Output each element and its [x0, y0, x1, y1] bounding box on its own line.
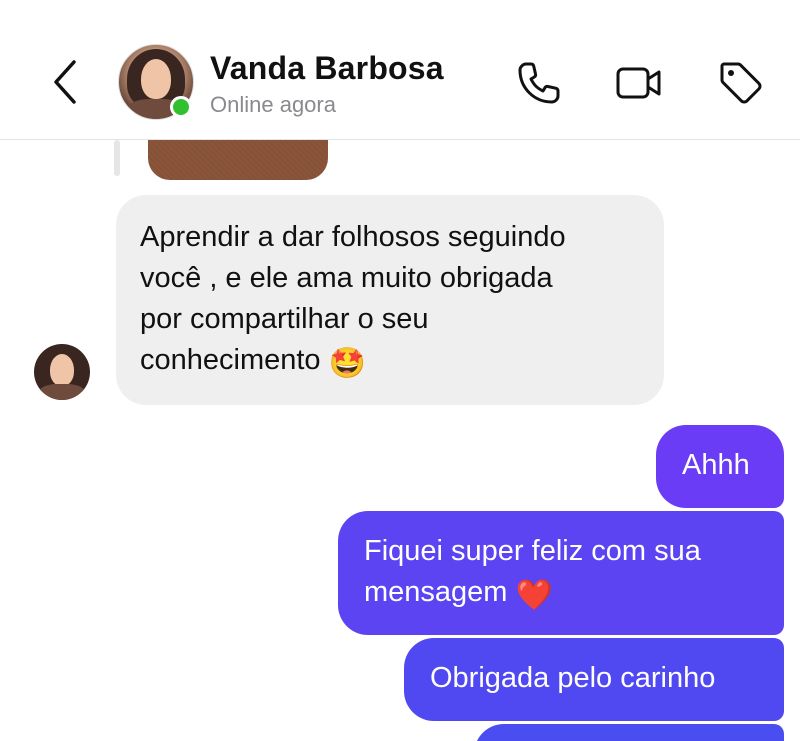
message-thread[interactable]: Aprendir a dar folhosos seguindo você , … — [0, 140, 800, 741]
video-call-button[interactable] — [614, 58, 664, 108]
chat-header: Vanda Barbosa Online agora — [0, 0, 800, 140]
video-camera-icon — [616, 67, 661, 99]
message-text: Obrigada pelo carinho — [430, 662, 716, 694]
incoming-message[interactable]: Aprendir a dar folhosos seguindo você , … — [116, 195, 664, 405]
outgoing-message[interactable]: Fiquei super feliz com sua mensagem ❤️ — [338, 511, 784, 635]
back-button[interactable] — [44, 56, 88, 108]
message-text: Ahhh — [682, 449, 750, 481]
contact-name[interactable]: Vanda Barbosa — [210, 50, 444, 87]
chevron-left-icon — [54, 60, 76, 104]
sender-avatar[interactable] — [34, 344, 90, 400]
red-heart-emoji: ❤️ — [515, 579, 553, 612]
phone-icon — [518, 62, 560, 104]
chat-screen: Vanda Barbosa Online agora Aprendir a da… — [0, 0, 800, 741]
tag-icon — [720, 62, 762, 104]
outgoing-message[interactable]: Obrigada pelo carinho — [404, 638, 784, 721]
contact-avatar[interactable] — [118, 44, 194, 120]
star-struck-emoji: 🤩 — [328, 347, 366, 380]
reply-indicator — [114, 140, 120, 176]
media-attachment[interactable] — [148, 140, 328, 180]
tag-button[interactable] — [716, 58, 766, 108]
voice-call-button[interactable] — [514, 58, 564, 108]
outgoing-message-partial[interactable] — [474, 724, 784, 741]
online-indicator — [170, 96, 192, 118]
outgoing-message[interactable]: Ahhh — [656, 425, 784, 508]
contact-status: Online agora — [210, 92, 336, 117]
